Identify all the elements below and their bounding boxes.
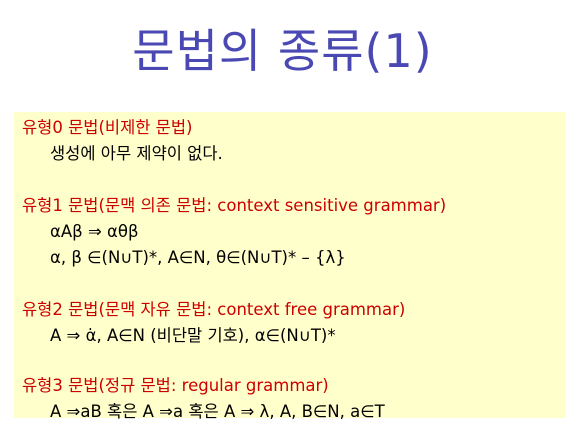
type2-production: A ⇒ α̇, A∈N (비단말 기호), α∈(N∪T)* bbox=[50, 326, 336, 345]
type2-heading: 유형2 문법(문맥 자유 문법: context free grammar) bbox=[22, 300, 406, 319]
type3-production: A ⇒aB 혹은 A ⇒a 혹은 A ⇒ λ, A, B∈N, a∈T bbox=[50, 402, 385, 421]
type0-description: 생성에 아무 제약이 없다. bbox=[50, 144, 223, 163]
type0-heading: 유형0 문법(비제한 문법) bbox=[22, 118, 193, 137]
type1-heading: 유형1 문법(문맥 의존 문법: context sensitive gramm… bbox=[22, 196, 447, 215]
type1-production: αAβ ⇒ αθβ bbox=[50, 222, 139, 241]
type3-heading: 유형3 문법(정규 문법: regular grammar) bbox=[22, 376, 329, 395]
grammar-types-panel: 유형0 문법(비제한 문법) 생성에 아무 제약이 없다. 유형1 문법(문맥 … bbox=[14, 112, 565, 421]
type1-conditions: α, β ∈(N∪T)*, A∈N, θ∈(N∪T)* – {λ} bbox=[50, 248, 346, 267]
slide-title: 문법의 종류(1) bbox=[132, 24, 433, 78]
